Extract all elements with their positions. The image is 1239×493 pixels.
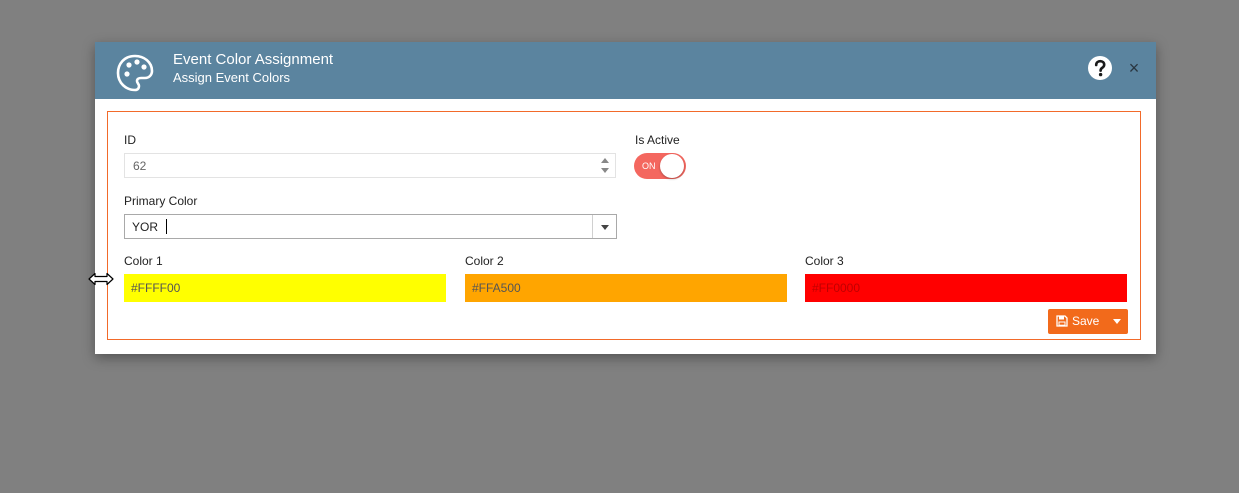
color2-value: #FFA500: [472, 281, 521, 295]
color3-field[interactable]: #FF0000: [805, 274, 1127, 302]
color2-label: Color 2: [465, 254, 504, 268]
event-color-dialog: Event Color Assignment Assign Event Colo…: [95, 42, 1156, 354]
is-active-label: Is Active: [635, 133, 680, 147]
color-assignment-form: ID 62 Is Active ON Primary Color YOR Col…: [107, 111, 1141, 340]
is-active-toggle[interactable]: ON: [634, 153, 686, 179]
primary-color-combobox[interactable]: YOR: [124, 214, 617, 239]
toggle-knob: [660, 154, 684, 178]
palette-icon: [116, 54, 154, 92]
dialog-title: Event Color Assignment: [173, 51, 334, 68]
resize-cursor-icon: [88, 272, 114, 286]
color3-value: #FF0000: [812, 281, 861, 295]
spin-down-icon[interactable]: [601, 168, 609, 173]
id-field[interactable]: 62: [124, 153, 616, 178]
save-split-button: Save: [1048, 309, 1128, 334]
dialog-header: Event Color Assignment Assign Event Colo…: [95, 42, 1156, 99]
floppy-disk-icon: [1056, 315, 1068, 327]
text-cursor: [166, 219, 167, 234]
id-label: ID: [124, 133, 136, 147]
close-button[interactable]: ×: [1127, 59, 1141, 77]
color1-field[interactable]: #FFFF00: [124, 274, 446, 302]
primary-color-dropdown-button[interactable]: [592, 215, 616, 238]
spin-up-icon[interactable]: [601, 158, 609, 163]
color1-value: #FFFF00: [131, 281, 181, 295]
question-circle-icon[interactable]: [1087, 55, 1113, 81]
color2-field[interactable]: #FFA500: [465, 274, 787, 302]
id-spinner: [598, 155, 612, 176]
chevron-down-icon: [601, 225, 609, 230]
save-menu-toggle[interactable]: [1106, 309, 1128, 334]
primary-color-label: Primary Color: [124, 194, 198, 208]
id-value: 62: [133, 159, 147, 173]
caret-down-icon: [1113, 319, 1121, 324]
primary-color-value: YOR: [132, 220, 159, 234]
toggle-on-text: ON: [642, 161, 656, 171]
color3-label: Color 3: [805, 254, 844, 268]
save-label: Save: [1072, 314, 1100, 328]
save-button[interactable]: Save: [1048, 309, 1106, 334]
dialog-subtitle: Assign Event Colors: [173, 70, 291, 85]
color1-label: Color 1: [124, 254, 163, 268]
